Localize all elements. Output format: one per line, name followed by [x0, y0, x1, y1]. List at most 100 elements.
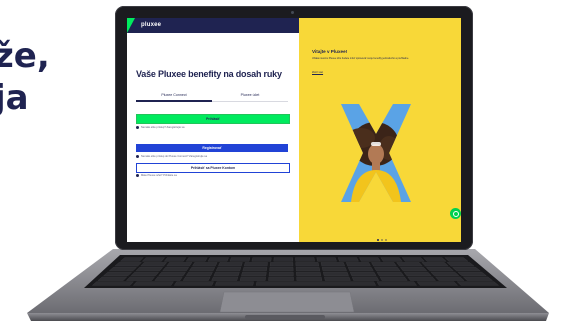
keyboard-key	[273, 257, 293, 262]
keyboard-key	[251, 257, 272, 262]
keyboard-key	[457, 271, 487, 276]
chat-bubble-icon	[453, 211, 459, 217]
login-panel: pluxee Vaše Pluxee benefity na dosah ruk…	[127, 18, 299, 242]
keyboard-key	[158, 271, 186, 276]
tab-pluxee-connect[interactable]: Pluxee Connect	[136, 90, 212, 100]
keyboard-key	[430, 271, 460, 276]
keyboard-key	[154, 276, 183, 281]
logo-text[interactable]: pluxee	[141, 22, 161, 28]
keyboard-key	[446, 262, 475, 267]
keyboard-key	[296, 271, 322, 276]
keyboard-key	[269, 262, 294, 267]
info-dot-icon	[136, 173, 139, 177]
keyboard-key	[435, 276, 465, 281]
keyboard-key	[337, 257, 359, 262]
keyboard-key	[421, 262, 449, 267]
keyboard-key	[407, 276, 437, 281]
keyboard-key	[268, 276, 294, 281]
keyboard-key	[229, 257, 251, 262]
keyboard-key	[243, 262, 268, 267]
keyboard-key	[456, 281, 500, 286]
keyboard-key	[162, 267, 190, 272]
keyboard-key	[396, 262, 423, 267]
promo-photo	[341, 104, 411, 202]
helper-note-text[interactable]: Máte Pluxee účet? Prihláste sa	[141, 174, 177, 177]
keyboard-key	[214, 281, 254, 286]
keyboard-key	[182, 276, 211, 281]
keyboard-key	[296, 276, 323, 281]
info-dot-icon	[136, 154, 139, 158]
keyboard-key	[269, 267, 294, 272]
account-login-button[interactable]: Prihlásiť sa Pluxee Kontom	[136, 163, 290, 173]
keyboard-key	[120, 257, 144, 262]
keyboard-key	[163, 257, 187, 262]
chat-button[interactable]	[450, 208, 461, 219]
keyboard-key	[295, 262, 320, 267]
keyboard-key	[166, 262, 193, 267]
active-tab-indicator	[136, 100, 212, 102]
keyboard-key	[320, 262, 345, 267]
keyboard-key	[462, 276, 493, 281]
keyboard-key	[347, 267, 374, 272]
keyboard-key	[349, 271, 377, 276]
keyboard-key	[126, 276, 155, 281]
login-button[interactable]: Prihlásiť	[136, 114, 290, 124]
keyboard-key	[114, 262, 142, 267]
info-dot-icon	[136, 125, 139, 129]
tab-pluxee-ucet[interactable]: Pluxee účet	[212, 90, 288, 100]
keyboard-key	[321, 267, 347, 272]
keyboard-key	[426, 267, 454, 272]
keyboard-key	[213, 271, 240, 276]
helper-note-text[interactable]: Nemáte ešte prístup do Pluxee Connect? Z…	[141, 155, 207, 158]
pager-dot[interactable]	[381, 239, 383, 241]
keyboard-key	[359, 257, 381, 262]
keyboard-key	[103, 271, 133, 276]
keyboard-key	[295, 257, 315, 262]
keyboard-key	[173, 281, 214, 286]
keyboard-key	[185, 271, 213, 276]
promo-link[interactable]: Zistiť viac	[312, 71, 323, 74]
laptop-screen: pluxee Vaše Pluxee benefity na dosah ruk…	[127, 18, 461, 242]
keyboard-key	[400, 267, 428, 272]
keyboard-key	[323, 271, 349, 276]
keyboard-key	[218, 262, 243, 267]
register-button[interactable]: Registrovať	[136, 144, 288, 152]
camera-dot	[291, 11, 294, 14]
carousel-pager	[377, 228, 389, 242]
keyboard-key	[97, 276, 128, 281]
helper-note-text[interactable]: Nemáte ešte prístup? Zaregistrujte sa	[141, 126, 184, 129]
keyboard-key	[423, 257, 447, 262]
keyboard-key	[401, 257, 425, 262]
keyboard-key	[185, 257, 208, 262]
keyboard-key	[371, 262, 397, 267]
helper-note: Máte Pluxee účet? Prihláste sa	[136, 173, 177, 178]
pager-dot[interactable]	[385, 239, 387, 241]
keyboard-key	[132, 281, 174, 286]
keyboard-key	[130, 271, 159, 276]
keyboard-key	[379, 276, 408, 281]
keyboard-key	[376, 281, 417, 286]
keyboard-key	[189, 267, 216, 272]
promo-panel: Vitajte v Pluxee! Vďaka novému Pluxee úč…	[299, 18, 461, 242]
keyboard-key	[351, 276, 380, 281]
keyboard-key	[295, 267, 321, 272]
keyboard-key	[316, 257, 337, 262]
login-tabs: Pluxee Connect Pluxee účet	[136, 90, 288, 104]
keyboard-key	[324, 276, 351, 281]
helper-note: Nemáte ešte prístup do Pluxee Connect? Z…	[136, 154, 207, 159]
keyboard-key	[141, 257, 165, 262]
laptop-lid: pluxee Vaše Pluxee benefity na dosah ruk…	[115, 6, 473, 250]
keyboard-key	[380, 257, 403, 262]
pager-dot[interactable]	[377, 239, 379, 241]
keyboard-key	[403, 271, 432, 276]
keyboard-key	[376, 271, 404, 276]
keyboard-key	[108, 267, 137, 272]
top-bar: pluxee	[127, 18, 299, 33]
keyboard-key	[452, 267, 481, 272]
keyboard-key	[207, 257, 229, 262]
keyboard-key	[268, 271, 294, 276]
keyboard-key	[239, 276, 266, 281]
keyboard-key	[416, 281, 459, 286]
helper-note: Nemáte ešte prístup? Zaregistrujte sa	[136, 125, 184, 130]
keyboard-key	[135, 267, 163, 272]
